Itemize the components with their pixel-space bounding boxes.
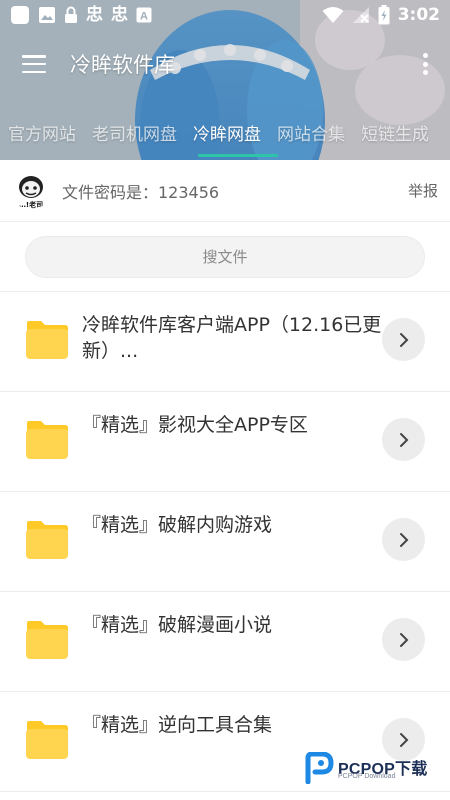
list-item[interactable]: 『精选』影视大全APP专区 bbox=[0, 392, 450, 492]
toolbar: 冷眸软件库 bbox=[0, 36, 450, 92]
battery-icon bbox=[378, 5, 390, 25]
tab-site-collection[interactable]: 网站合集 bbox=[269, 120, 353, 145]
watermark: PCPOP下载 PCPOP Download bbox=[304, 752, 446, 786]
chevron-right-icon bbox=[399, 432, 408, 447]
list-item[interactable]: 冷眸软件库客户端APP（12.16已更新）... bbox=[0, 292, 450, 392]
list-item[interactable]: 『精选』破解漫画小说 bbox=[0, 592, 450, 692]
chevron-right-icon bbox=[399, 632, 408, 647]
avatar-caption: …!老司 bbox=[19, 200, 43, 209]
folder-icon bbox=[26, 721, 68, 759]
item-title: 『精选』影视大全APP专区 bbox=[82, 414, 308, 436]
menu-icon[interactable] bbox=[22, 55, 46, 73]
notification-square-icon bbox=[11, 6, 29, 24]
wifi-icon bbox=[322, 7, 344, 23]
item-title: 『精选』破解漫画小说 bbox=[82, 614, 273, 636]
file-list: 冷眸软件库客户端APP（12.16已更新）... 『精选』影视大全APP专区 『… bbox=[0, 292, 450, 792]
gallery-icon bbox=[39, 7, 55, 23]
tab-driver-cloud[interactable]: 老司机网盘 bbox=[84, 120, 185, 145]
lock-icon bbox=[65, 6, 77, 23]
search-section: 搜文件 bbox=[0, 222, 450, 292]
status-bar: 忠 忠 A 3:02 bbox=[0, 0, 450, 30]
tab-lengmou-cloud[interactable]: 冷眸网盘 bbox=[185, 120, 269, 145]
watermark-sub: PCPOP Download bbox=[338, 773, 396, 780]
app-notification-glyph: 忠 bbox=[111, 4, 128, 25]
item-title: 冷眸软件库客户端APP（12.16已更新）... bbox=[82, 314, 382, 362]
status-time: 3:02 bbox=[397, 5, 440, 25]
chevron-right-icon bbox=[399, 732, 408, 747]
active-tab-indicator bbox=[198, 154, 278, 157]
folder-icon bbox=[26, 321, 68, 359]
tab-official-site[interactable]: 官方网站 bbox=[0, 120, 84, 145]
font-notification-icon: A bbox=[136, 7, 152, 23]
list-item[interactable]: 『精选』破解内购游戏 bbox=[0, 492, 450, 592]
pcpop-logo-icon bbox=[305, 752, 334, 784]
password-notice: …!老司 文件密码是：123456 举报 bbox=[0, 160, 450, 222]
password-text: 文件密码是：123456 bbox=[62, 182, 220, 202]
app-title: 冷眸软件库 bbox=[70, 53, 175, 77]
avatar: …!老司 bbox=[12, 171, 50, 210]
folder-icon bbox=[26, 421, 68, 459]
open-button[interactable] bbox=[382, 618, 425, 661]
chevron-right-icon bbox=[399, 332, 408, 347]
app-header: 忠 忠 A 3:02 冷眸软件库 官方网站 老司机网盘 冷眸网盘 网站合集 短链… bbox=[0, 0, 450, 160]
no-signal-icon bbox=[352, 7, 369, 23]
search-file-input[interactable]: 搜文件 bbox=[25, 235, 425, 278]
open-button[interactable] bbox=[382, 518, 425, 561]
open-button[interactable] bbox=[382, 318, 425, 361]
chevron-right-icon bbox=[399, 532, 408, 547]
font-notification-letter: A bbox=[140, 11, 148, 23]
folder-icon bbox=[26, 621, 68, 659]
app-notification-glyph: 忠 bbox=[86, 4, 103, 25]
tab-short-link[interactable]: 短链生成 bbox=[353, 120, 437, 145]
item-title: 『精选』逆向工具合集 bbox=[82, 714, 273, 736]
tab-bar: 官方网站 老司机网盘 冷眸网盘 网站合集 短链生成 bbox=[0, 110, 450, 154]
open-button[interactable] bbox=[382, 418, 425, 461]
folder-icon bbox=[26, 521, 68, 559]
report-link[interactable]: 举报 bbox=[408, 180, 438, 201]
more-icon[interactable] bbox=[422, 53, 428, 75]
item-title: 『精选』破解内购游戏 bbox=[82, 514, 273, 536]
